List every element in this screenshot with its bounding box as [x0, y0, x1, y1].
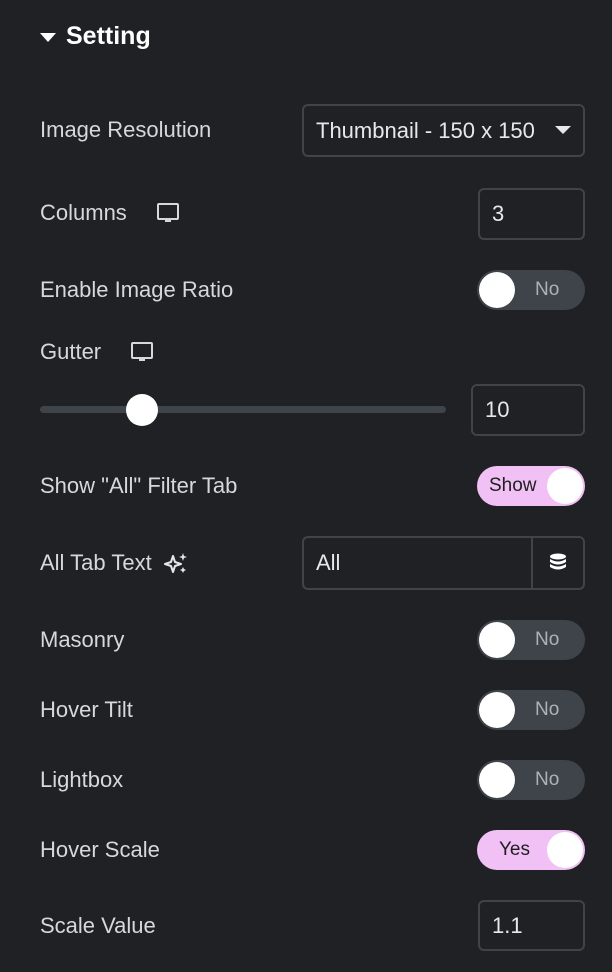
toggle-knob: [479, 622, 515, 658]
toggle-knob: [479, 692, 515, 728]
hover-scale-label: Hover Scale: [40, 837, 160, 863]
hover-tilt-toggle[interactable]: No: [477, 690, 585, 730]
columns-input[interactable]: 3: [478, 188, 585, 240]
hover-tilt-label: Hover Tilt: [40, 697, 133, 723]
columns-label: Columns: [40, 200, 179, 226]
show-all-filter-tab-label: Show "All" Filter Tab: [40, 473, 237, 499]
toggle-state: No: [535, 629, 560, 650]
gutter-value: 10: [485, 397, 510, 422]
enable-image-ratio-label: Enable Image Ratio: [40, 277, 233, 303]
sparkle-icon[interactable]: [163, 551, 188, 575]
scale-value-label: Scale Value: [40, 913, 156, 939]
toggle-state: No: [535, 769, 560, 790]
show-all-filter-tab-toggle[interactable]: Show: [477, 466, 585, 506]
gutter-slider-thumb[interactable]: [125, 394, 158, 426]
database-icon[interactable]: [549, 553, 567, 573]
lightbox-label-text: Lightbox: [40, 767, 124, 792]
masonry-label-text: Masonry: [40, 627, 125, 652]
input-divider: [531, 538, 533, 588]
scale-value-value: 1.1: [492, 912, 523, 938]
image-resolution-value: Thumbnail - 150 x 150: [316, 117, 535, 143]
toggle-knob: [547, 468, 583, 504]
columns-label-text: Columns: [40, 200, 127, 225]
all-tab-text-label: All Tab Text: [40, 550, 188, 576]
masonry-label: Masonry: [40, 627, 124, 653]
toggle-state: Yes: [499, 839, 530, 860]
gutter-label-text: Gutter: [40, 339, 102, 364]
all-tab-text-input[interactable]: All: [302, 536, 585, 590]
image-resolution-label: Image Resolution: [40, 117, 211, 143]
show-all-filter-tab-label-text: Show "All" Filter Tab: [40, 473, 238, 498]
gutter-input[interactable]: 10: [471, 384, 585, 436]
scale-value-label-text: Scale Value: [40, 913, 156, 938]
enable-image-ratio-toggle[interactable]: No: [477, 270, 585, 310]
toggle-knob: [479, 762, 515, 798]
caret-down-icon: [40, 33, 56, 42]
toggle-state: Show: [489, 475, 537, 496]
lightbox-label: Lightbox: [40, 767, 123, 793]
scale-value-input[interactable]: 1.1: [478, 900, 585, 951]
masonry-toggle[interactable]: No: [477, 620, 585, 660]
gutter-slider-track[interactable]: [40, 406, 446, 413]
toggle-knob: [547, 832, 583, 868]
chevron-down-icon: [555, 126, 571, 134]
hover-scale-label-text: Hover Scale: [40, 837, 160, 862]
all-tab-text-value: All: [316, 550, 341, 575]
toggle-state: No: [535, 279, 560, 300]
toggle-state: No: [535, 699, 560, 720]
all-tab-text-label-text: All Tab Text: [40, 550, 152, 575]
section-title: Setting: [66, 22, 151, 50]
hover-tilt-label-text: Hover Tilt: [40, 697, 133, 722]
gutter-label: Gutter: [40, 339, 154, 365]
image-resolution-label-text: Image Resolution: [40, 117, 212, 142]
lightbox-toggle[interactable]: No: [477, 760, 585, 800]
enable-image-ratio-label-text: Enable Image Ratio: [40, 277, 234, 302]
desktop-icon[interactable]: [156, 203, 179, 223]
image-resolution-select[interactable]: Thumbnail - 150 x 150: [302, 104, 585, 157]
columns-value: 3: [492, 201, 505, 226]
desktop-icon[interactable]: [131, 342, 154, 362]
section-header-setting[interactable]: Setting: [40, 22, 151, 51]
toggle-knob: [479, 272, 515, 308]
hover-scale-toggle[interactable]: Yes: [477, 830, 585, 870]
